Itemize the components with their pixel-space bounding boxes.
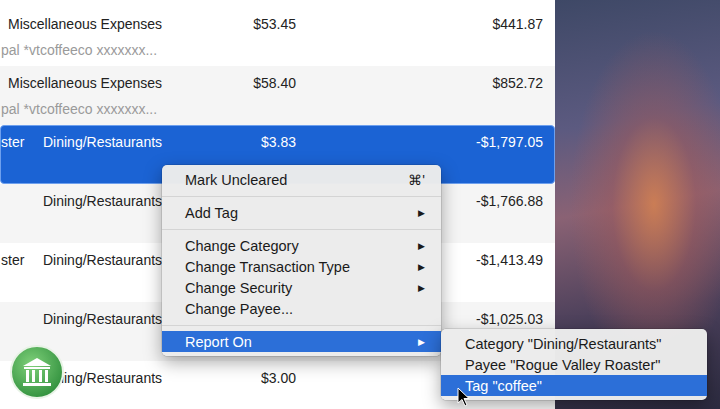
payee-cell xyxy=(1,310,43,328)
payee-cell xyxy=(1,192,43,210)
submenu-arrow: ▶ xyxy=(418,208,425,218)
submenu-arrow: ▶ xyxy=(418,262,425,272)
menu-separator xyxy=(162,190,441,202)
menu-item[interactable]: Change Transaction Type▶ xyxy=(162,256,441,277)
submenu: Category "Dining/Restaurants"Payee "Rogu… xyxy=(441,329,707,400)
payee-cell: ster xyxy=(1,251,43,269)
amount-cell: $3.83 xyxy=(201,133,296,151)
transaction-row[interactable]: Miscellaneous Expenses$53.45$441.87 pal *… xyxy=(0,7,555,66)
category-cell: Dining/Restaurants xyxy=(43,133,201,151)
menu-shortcut: ⌘' xyxy=(408,172,425,188)
submenu-item[interactable]: Payee "Rogue Valley Roaster" xyxy=(441,354,707,375)
memo-cell: pal *vtcoffeeco xxxxxxx... xyxy=(1,41,543,59)
amount-cell: $3.00 xyxy=(201,369,296,387)
category-cell: Dining/Restaurants xyxy=(43,369,201,387)
submenu-arrow: ▶ xyxy=(418,283,425,293)
category-cell: Miscellaneous Expenses xyxy=(1,15,201,33)
payee-cell: ster xyxy=(1,133,43,151)
menu-item[interactable]: Mark Uncleared⌘' xyxy=(162,169,441,190)
balance-cell: $441.87 xyxy=(296,15,543,33)
submenu-item[interactable]: Tag "coffee" xyxy=(441,375,707,396)
bank-app-icon[interactable] xyxy=(9,344,65,400)
menu-separator xyxy=(162,223,441,235)
menu-item[interactable]: Report On▶ xyxy=(162,331,441,352)
submenu-item[interactable]: Category "Dining/Restaurants" xyxy=(441,333,707,354)
menu-item[interactable]: Add Tag▶ xyxy=(162,202,441,223)
submenu-arrow: ▶ xyxy=(418,241,425,251)
memo-cell: pal *vtcoffeeco xxxxxxx... xyxy=(1,100,543,118)
menu-item[interactable]: Change Category▶ xyxy=(162,235,441,256)
screen: Miscellaneous Expenses$53.45$441.87pal *… xyxy=(0,0,720,409)
balance-cell: $852.72 xyxy=(296,74,543,92)
menu-item[interactable]: Change Payee... xyxy=(162,298,441,319)
balance-cell: -$1,797.05 xyxy=(296,133,543,151)
submenu-arrow: ▶ xyxy=(418,337,425,347)
mouse-pointer-icon xyxy=(457,387,470,407)
menu-separator xyxy=(162,319,441,331)
context-menu: Mark Uncleared⌘' Add Tag▶ Change Category▶… xyxy=(162,165,441,356)
amount-cell: $58.40 xyxy=(201,74,296,92)
category-cell: Miscellaneous Expenses xyxy=(1,74,201,92)
menu-item[interactable]: Change Security▶ xyxy=(162,277,441,298)
amount-cell: $53.45 xyxy=(201,15,296,33)
transaction-row[interactable]: Miscellaneous Expenses$58.40$852.72 pal *… xyxy=(0,66,555,125)
